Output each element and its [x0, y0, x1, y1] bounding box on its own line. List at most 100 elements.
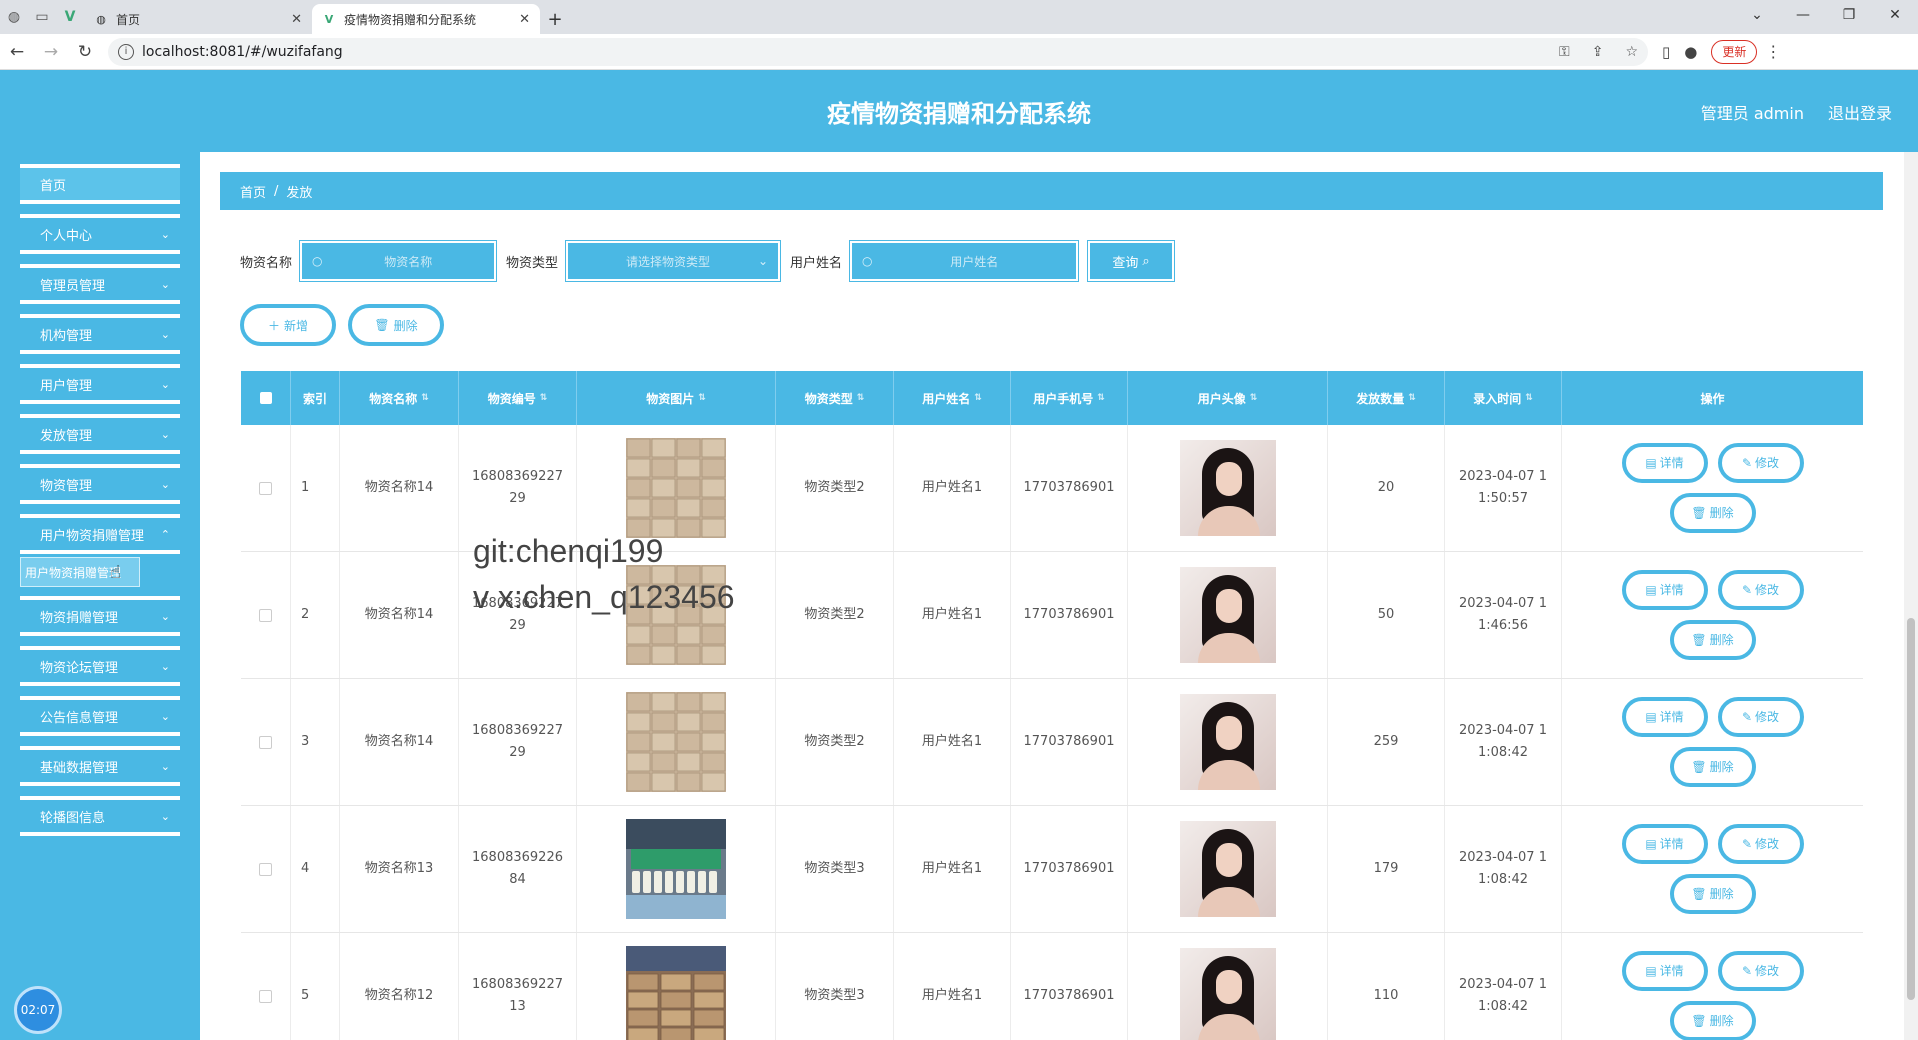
tab-home[interactable]: ◍ 首页 ✕	[84, 4, 312, 34]
delete-button[interactable]: 🗑 删除	[1669, 1001, 1756, 1040]
header-image[interactable]: 物资图片 ⇅	[577, 371, 776, 425]
minimize-icon[interactable]: —	[1780, 0, 1826, 30]
user-avatar[interactable]	[1179, 440, 1276, 536]
delete-button[interactable]: 🗑 删除	[1669, 620, 1756, 660]
header-avatar[interactable]: 用户头像 ⇅	[1128, 371, 1328, 425]
user-search-input[interactable]: ○ 用户姓名	[850, 241, 1079, 281]
profile-icon[interactable]: ●	[1684, 43, 1697, 61]
sidebar-item-users[interactable]: 用户管理 ⌄	[20, 364, 180, 404]
detail-button[interactable]: ▤ 详情	[1621, 697, 1708, 737]
row-checkbox[interactable]	[241, 425, 291, 551]
cell-ops: ▤ 详情 ✎ 修改 🗑 删除	[1562, 425, 1863, 551]
detail-button[interactable]: ▤ 详情	[1621, 570, 1708, 610]
close-window-icon[interactable]: ✕	[1872, 0, 1918, 30]
back-icon[interactable]: ←	[0, 42, 34, 62]
sidebar-item-home[interactable]: 首页	[20, 164, 180, 204]
url-field[interactable]: i localhost:8081/#/wuzifafang ⚿ ⇪ ☆	[108, 37, 1648, 66]
sidebar-item-donation[interactable]: 物资捐赠管理 ⌄	[20, 596, 180, 636]
edit-button[interactable]: ✎ 修改	[1717, 443, 1804, 483]
delete-button[interactable]: 🗑 删除	[1669, 874, 1756, 914]
user-avatar[interactable]	[1179, 567, 1276, 663]
restore-icon[interactable]: ❐	[1826, 0, 1872, 30]
star-icon[interactable]: ☆	[1625, 44, 1638, 60]
sort-icon: ⇅	[1097, 393, 1105, 403]
detail-button[interactable]: ▤ 详情	[1621, 824, 1708, 864]
edit-button[interactable]: ✎ 修改	[1717, 824, 1804, 864]
cell-name: 物资名称14	[340, 425, 459, 551]
add-button[interactable]: ＋新增	[240, 304, 336, 346]
row-checkbox[interactable]	[241, 679, 291, 805]
edit-button[interactable]: ✎ 修改	[1717, 697, 1804, 737]
row-checkbox[interactable]	[241, 552, 291, 678]
distribution-table: 索引 物资名称 ⇅ 物资编号 ⇅ 物资图片 ⇅ 物资类型 ⇅ 用户姓名 ⇅ 用户手机号 ⇅ …	[241, 371, 1863, 1040]
share-icon[interactable]: ⇪	[1592, 44, 1604, 60]
page-scrollbar[interactable]	[1904, 152, 1918, 1040]
tab-search-icon[interactable]: ⌄	[1734, 0, 1780, 30]
info-icon[interactable]: i	[118, 43, 134, 60]
type-select[interactable]: 请选择物资类型 ⌄	[566, 241, 781, 281]
sidebar-item-carousel[interactable]: 轮播图信息 ⌄	[20, 796, 180, 836]
select-all-checkbox[interactable]	[241, 371, 291, 425]
row-checkbox[interactable]	[241, 933, 291, 1040]
sidepanel-icon[interactable]: ▯	[1662, 43, 1670, 61]
cell-type: 物资类型2	[776, 425, 894, 551]
key-icon[interactable]: ⚿	[1559, 44, 1570, 60]
delete-button[interactable]: 🗑 删除	[1669, 747, 1756, 787]
supply-image[interactable]	[626, 819, 726, 919]
url-text: localhost:8081/#/wuzifafang	[142, 43, 343, 60]
header-quantity[interactable]: 发放数量 ⇅	[1328, 371, 1445, 425]
breadcrumb-home[interactable]: 首页	[240, 182, 266, 201]
menu-dots-icon[interactable]: ⋮	[1765, 42, 1781, 61]
sidebar-item-admin[interactable]: 管理员管理 ⌄	[20, 264, 180, 304]
query-button[interactable]: 查询 ⌕	[1088, 241, 1175, 281]
cell-user: 用户姓名1	[894, 806, 1011, 932]
tab-system[interactable]: V 疫情物资捐赠和分配系统 ✕	[312, 4, 540, 34]
name-search-input[interactable]: ○ 物资名称	[300, 241, 497, 281]
blank-tab-icon[interactable]: ▭	[28, 3, 56, 31]
new-tab-button[interactable]: +	[540, 4, 570, 34]
header-user[interactable]: 用户姓名 ⇅	[894, 371, 1011, 425]
sidebar-item-user-donation[interactable]: 用户物资捐赠管理 ⌃	[20, 514, 180, 554]
header-name[interactable]: 物资名称 ⇅	[340, 371, 459, 425]
globe-icon[interactable]: ◍	[0, 3, 28, 31]
address-bar: ← → ↻ i localhost:8081/#/wuzifafang ⚿ ⇪ …	[0, 34, 1918, 70]
table-body: 1 物资名称14 16808369227 29 物资类型2 用户姓名1 17703…	[241, 425, 1863, 1040]
trash-icon: 🗑	[1691, 633, 1707, 647]
supply-image[interactable]	[626, 438, 726, 538]
sidebar-item-supplies[interactable]: 物资管理 ⌄	[20, 464, 180, 504]
sidebar-item-distribution[interactable]: 发放管理 ⌄	[20, 414, 180, 454]
header-phone[interactable]: 用户手机号 ⇅	[1011, 371, 1128, 425]
vue-icon[interactable]: V	[56, 3, 84, 31]
header-type[interactable]: 物资类型 ⇅	[776, 371, 894, 425]
sidebar-item-org[interactable]: 机构管理 ⌄	[20, 314, 180, 354]
row-checkbox[interactable]	[241, 806, 291, 932]
batch-delete-button[interactable]: 🗑 删除	[348, 304, 444, 346]
update-button[interactable]: 更新	[1711, 39, 1758, 64]
clock-badge: 02:07	[14, 986, 62, 1034]
supply-image[interactable]	[626, 946, 726, 1040]
edit-button[interactable]: ✎ 修改	[1717, 570, 1804, 610]
header-code[interactable]: 物资编号 ⇅	[459, 371, 577, 425]
edit-button[interactable]: ✎ 修改	[1717, 951, 1804, 991]
close-tab-icon[interactable]: ✕	[519, 12, 530, 27]
sidebar-item-basedata[interactable]: 基础数据管理 ⌄	[20, 746, 180, 786]
user-avatar[interactable]	[1179, 948, 1276, 1040]
header-time[interactable]: 录入时间 ⇅	[1445, 371, 1562, 425]
sidebar-item-forum[interactable]: 物资论坛管理 ⌄	[20, 646, 180, 686]
user-avatar[interactable]	[1179, 694, 1276, 790]
forward-icon[interactable]: →	[34, 42, 68, 62]
sidebar-item-profile[interactable]: 个人中心 ⌄	[20, 214, 180, 254]
detail-button[interactable]: ▤ 详情	[1621, 443, 1708, 483]
detail-button[interactable]: ▤ 详情	[1621, 951, 1708, 991]
logout-link[interactable]: 退出登录	[1828, 100, 1892, 124]
cell-ops: ▤ 详情 ✎ 修改 🗑 删除	[1562, 679, 1863, 805]
close-tab-icon[interactable]: ✕	[291, 12, 302, 27]
cell-avatar	[1128, 679, 1328, 805]
reload-icon[interactable]: ↻	[68, 42, 102, 62]
delete-button[interactable]: 🗑 删除	[1669, 493, 1756, 533]
sidebar-item-notice[interactable]: 公告信息管理 ⌄	[20, 696, 180, 736]
user-avatar[interactable]	[1179, 821, 1276, 917]
supply-image[interactable]	[626, 692, 726, 792]
submenu-item-user-donation[interactable]: 用户物资捐赠管理	[20, 557, 140, 587]
scrollbar-thumb[interactable]	[1907, 618, 1915, 1000]
